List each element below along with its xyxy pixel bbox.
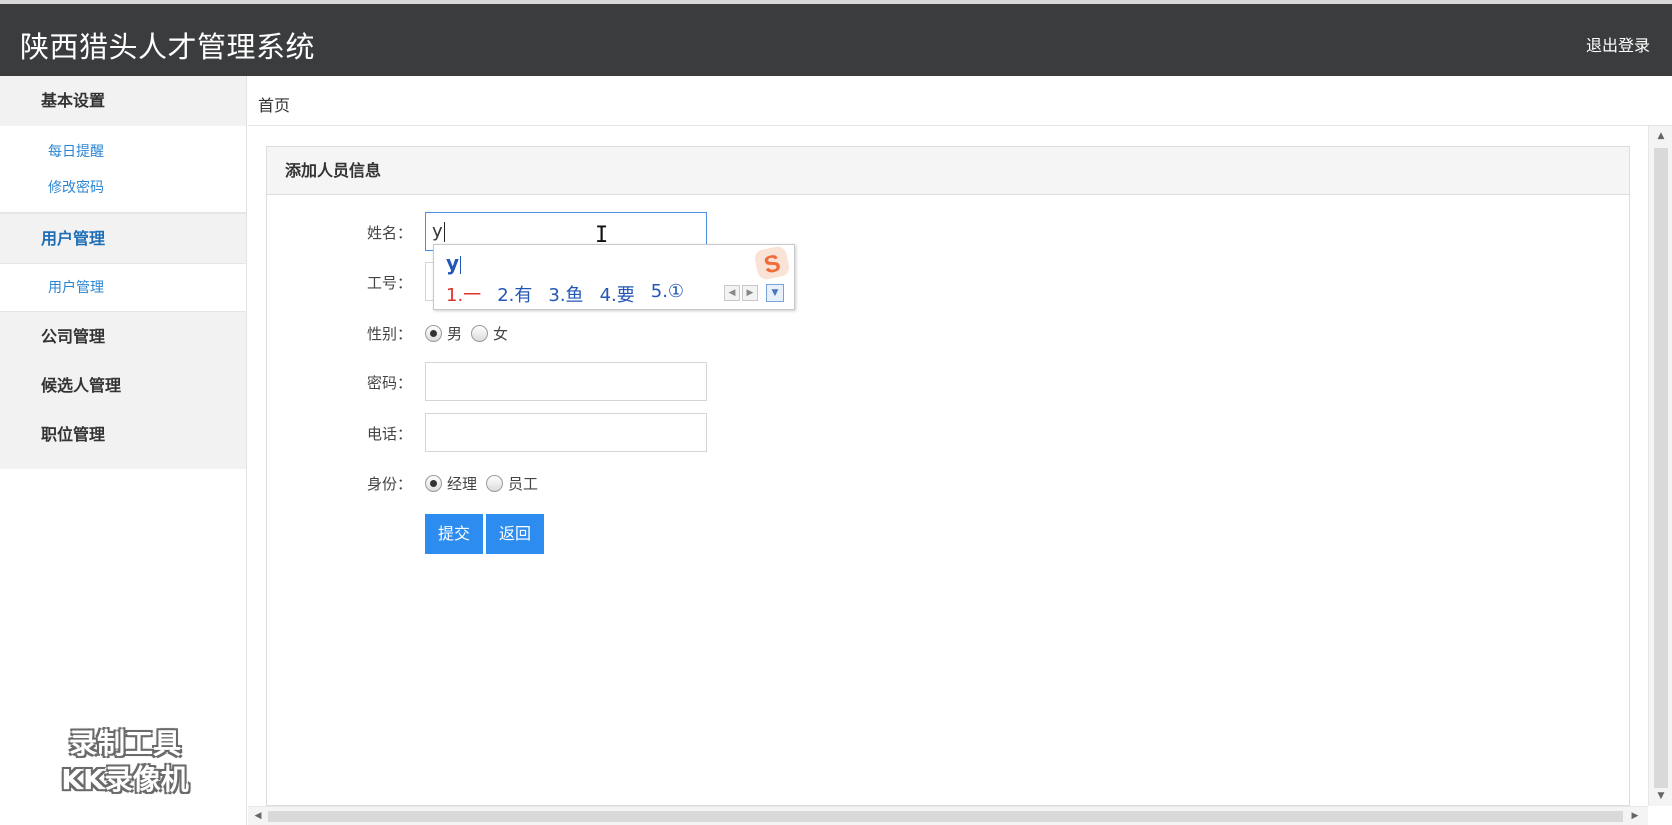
identity-label: 身份： <box>366 475 412 493</box>
main-content: 添加人员信息 姓名： y 工号： 性别： 男 女 密码： 电话： 身份： 经理 … <box>248 126 1648 806</box>
sidebar-group-position-management[interactable]: 职位管理 <box>0 410 246 459</box>
name-label: 姓名： <box>366 224 412 242</box>
password-input[interactable] <box>425 362 707 401</box>
ime-caret <box>460 255 462 274</box>
form-row-password: 密码： <box>267 362 1167 402</box>
ime-candidate-5[interactable]: 5.① <box>651 281 684 307</box>
horizontal-scroll-thumb[interactable] <box>268 811 1623 822</box>
submit-button[interactable]: 提交 <box>425 514 484 554</box>
sidebar-item-change-password[interactable]: 修改密码 <box>0 170 246 206</box>
recorder-watermark: 录制工具 KK录像机 <box>40 726 210 798</box>
sidebar-group-user-management[interactable]: 用户管理 <box>0 213 246 263</box>
gender-female-label: 女 <box>493 325 509 343</box>
ime-candidate-4[interactable]: 4.要 <box>600 281 635 307</box>
sidebar-submenu-user-management: 用户管理 <box>0 263 246 312</box>
sidebar-item-user-management[interactable]: 用户管理 <box>0 264 246 313</box>
ime-composition: y <box>446 251 462 275</box>
phone-input[interactable] <box>425 413 707 452</box>
ime-composition-text: y <box>446 251 460 275</box>
text-caret <box>443 222 445 242</box>
identity-manager-radio[interactable] <box>425 475 442 492</box>
form-row-gender: 性别： 男 女 <box>267 313 1167 353</box>
job-no-label: 工号： <box>366 274 412 292</box>
app-title: 陕西猎头人才管理系统 <box>20 30 316 64</box>
sogou-logo-icon: S <box>754 246 790 279</box>
ime-page-nav: ◀ ▶ <box>724 285 758 301</box>
vertical-scroll-thumb[interactable] <box>1654 148 1668 788</box>
logout-link[interactable]: 退出登录 <box>1586 32 1650 56</box>
watermark-line-2: KK录像机 <box>61 763 189 796</box>
ime-next-page-icon[interactable]: ▶ <box>742 285 758 301</box>
identity-employee-label: 员工 <box>508 475 539 493</box>
scroll-up-icon[interactable]: ▲ <box>1654 129 1668 143</box>
ime-candidate-1[interactable]: 1.一 <box>446 281 481 307</box>
back-button[interactable]: 返回 <box>486 514 545 554</box>
sidebar-group-candidate-management[interactable]: 候选人管理 <box>0 361 246 410</box>
ime-candidates: 1.一 2.有 3.鱼 4.要 5.① <box>446 281 684 307</box>
gender-label: 性别： <box>366 325 412 343</box>
vertical-scrollbar[interactable]: ▲ ▼ <box>1648 126 1672 806</box>
breadcrumb-home[interactable]: 首页 <box>258 92 290 116</box>
form-row-identity: 身份： 经理 员工 <box>267 463 1167 503</box>
scroll-right-icon[interactable]: ▶ <box>1628 809 1642 823</box>
watermark-line-1: 录制工具 <box>68 727 181 760</box>
identity-employee-radio[interactable] <box>486 475 504 492</box>
identity-manager-label: 经理 <box>447 475 478 493</box>
scroll-left-icon[interactable]: ◀ <box>251 809 265 823</box>
ime-candidate-window: y S 1.一 2.有 3.鱼 4.要 5.① ◀ ▶ ▼ <box>433 244 795 310</box>
ime-candidate-2[interactable]: 2.有 <box>497 281 532 307</box>
gender-male-radio[interactable] <box>425 325 442 342</box>
sidebar: 基本设置 每日提醒 修改密码 用户管理 用户管理 公司管理 候选人管理 职位管理… <box>0 76 247 825</box>
gender-radio-group: 男 女 <box>425 323 512 344</box>
panel-title: 添加人员信息 <box>267 147 1629 195</box>
name-input-value: y <box>432 221 443 242</box>
phone-label: 电话： <box>366 425 412 443</box>
horizontal-scrollbar[interactable]: ◀ ▶ <box>248 806 1648 825</box>
sidebar-collapsed-groups: 公司管理 候选人管理 职位管理 <box>0 312 246 469</box>
breadcrumb-bar: 首页 <box>248 76 1672 126</box>
ime-prev-page-icon[interactable]: ◀ <box>724 285 740 301</box>
gender-female-radio[interactable] <box>471 325 489 342</box>
form-row-actions: 提交 返回 <box>267 514 1167 554</box>
top-header: 陕西猎头人才管理系统 退出登录 <box>0 0 1672 76</box>
sidebar-submenu-basic-settings: 每日提醒 修改密码 <box>0 126 246 213</box>
identity-radio-group: 经理 员工 <box>425 473 542 494</box>
scroll-down-icon[interactable]: ▼ <box>1654 789 1668 803</box>
form-row-phone: 电话： <box>267 413 1167 453</box>
gender-male-label: 男 <box>447 325 463 343</box>
ime-expand-icon[interactable]: ▼ <box>766 284 784 302</box>
password-label: 密码： <box>366 374 412 392</box>
sidebar-item-daily-reminder[interactable]: 每日提醒 <box>0 134 246 170</box>
sidebar-group-basic-settings[interactable]: 基本设置 <box>0 76 246 126</box>
ime-candidate-3[interactable]: 3.鱼 <box>548 281 583 307</box>
sidebar-group-company-management[interactable]: 公司管理 <box>0 312 246 361</box>
